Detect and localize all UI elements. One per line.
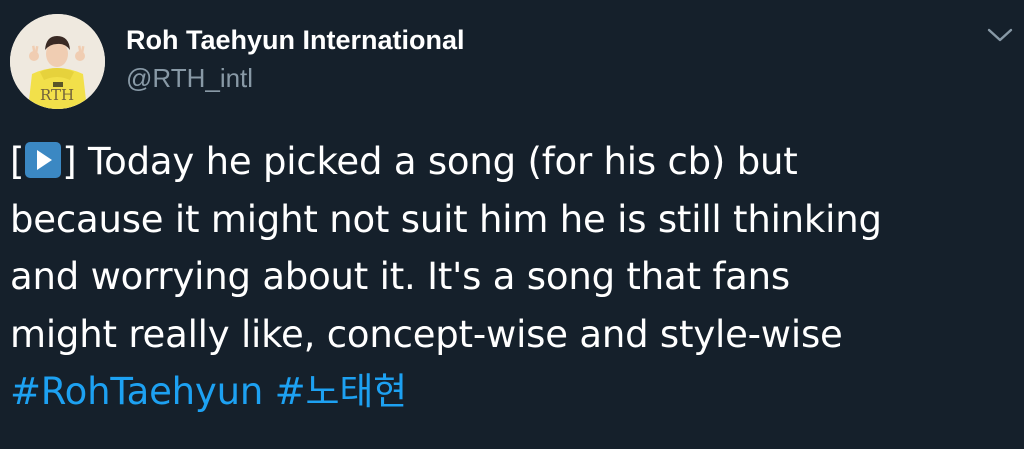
avatar[interactable]: RTH [10,14,105,109]
tweet-line-3: and worrying about it. It's a song that … [10,255,790,298]
hashtag-link[interactable]: #RohTaehyun [10,370,263,413]
author-display-name[interactable]: Roh Taehyun International [126,23,465,57]
tweet-line-4: might really like, concept-wise and styl… [10,312,843,356]
tweet-line-1-prefix: [ [10,140,25,183]
avatar-logo-text: RTH [40,86,74,104]
tweet-line-1: [ ] Today he picked a song (for his cb) b… [10,133,1015,191]
tweet-text: [ ] Today he picked a song (for his cb) b… [10,133,1015,421]
tweet-line-1-text: ] Today he picked a song (for his cb) bu… [62,140,798,183]
chevron-down-icon[interactable] [986,26,1014,44]
tweet-line-2: because it might not suit him he is stil… [10,197,882,241]
tweet-hashtags-line: #RohTaehyun #노태현 [10,363,1015,421]
play-button-icon [25,142,62,178]
author-handle[interactable]: @RTH_intl [126,62,253,94]
tweet-card: RTH Roh Taehyun International @RTH_intl … [0,0,1024,449]
hashtag-link[interactable]: #노태현 [275,370,408,413]
